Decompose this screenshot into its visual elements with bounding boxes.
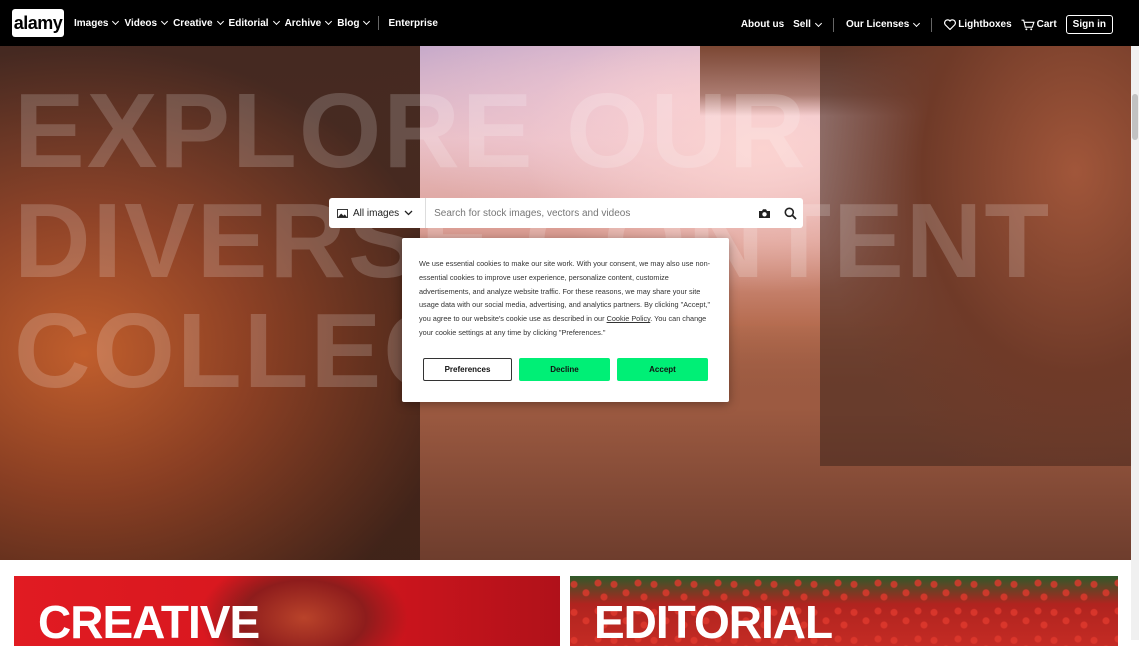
cookie-buttons: Preferences Decline Accept <box>423 358 708 381</box>
nav-blog[interactable]: Blog <box>337 16 371 30</box>
chevron-down-icon <box>325 17 333 26</box>
decline-button[interactable]: Decline <box>519 358 610 381</box>
chevron-down-icon <box>913 19 921 27</box>
nav-lightboxes[interactable]: Lightboxes <box>944 19 1012 30</box>
cart-icon <box>1021 19 1035 30</box>
nav-divider <box>931 17 933 32</box>
cookie-policy-link[interactable]: Cookie Policy <box>607 314 651 323</box>
cookie-consent-dialog: We use essential cookies to make our sit… <box>402 238 729 402</box>
editorial-card-title: EDITORIAL <box>594 596 833 646</box>
secondary-nav: About us Sell Our Licenses Lightboxes Ca… <box>741 15 1113 34</box>
top-navigation: alamy Images Videos Creative Editorial A… <box>0 0 1139 46</box>
nav-our-licenses[interactable]: Our Licenses <box>845 19 921 30</box>
heart-icon <box>944 19 957 30</box>
page-scrollbar[interactable] <box>1131 46 1139 640</box>
chevron-down-icon <box>161 17 169 26</box>
creative-card-title: CREATIVE <box>38 596 260 646</box>
nav-cart[interactable]: Cart <box>1021 19 1057 31</box>
image-icon <box>337 208 348 218</box>
nav-about-us[interactable]: About us <box>741 19 784 30</box>
nav-enterprise-label: Enterprise <box>388 17 438 29</box>
nav-cart-label: Cart <box>1036 19 1057 30</box>
nav-creative[interactable]: Creative <box>173 16 224 30</box>
nav-lightboxes-label: Lightboxes <box>958 19 1012 30</box>
nav-images-label: Images <box>74 17 109 29</box>
search-submit-button[interactable] <box>777 200 803 226</box>
search-icon <box>784 207 797 220</box>
search-bar: All images <box>329 198 803 228</box>
chevron-down-icon <box>363 17 371 26</box>
nav-enterprise[interactable]: Enterprise <box>388 16 437 30</box>
nav-divider <box>832 17 834 32</box>
preferences-button[interactable]: Preferences <box>423 358 512 381</box>
nav-editorial[interactable]: Editorial <box>228 16 280 30</box>
chevron-down-icon <box>112 17 120 26</box>
chevron-down-icon <box>404 210 413 216</box>
nav-sell[interactable]: Sell <box>793 19 822 30</box>
nav-editorial-label: Editorial <box>228 17 269 29</box>
scrollbar-thumb[interactable] <box>1132 94 1138 140</box>
accept-button[interactable]: Accept <box>617 358 708 381</box>
editorial-card[interactable]: EDITORIAL <box>570 576 1118 646</box>
chevron-down-icon <box>216 17 224 26</box>
nav-archive[interactable]: Archive <box>284 16 333 30</box>
nav-videos-label: Videos <box>124 17 158 29</box>
search-type-label: All images <box>353 207 400 219</box>
creative-card[interactable]: CREATIVE <box>14 576 560 646</box>
search-input[interactable] <box>426 207 751 219</box>
alamy-logo[interactable]: alamy <box>12 9 64 37</box>
nav-licenses-label: Our Licenses <box>845 19 910 30</box>
nav-divider <box>378 16 380 30</box>
chevron-down-icon <box>814 19 822 27</box>
cookie-consent-text: We use essential cookies to make our sit… <box>419 257 711 340</box>
sign-in-button[interactable]: Sign in <box>1065 15 1113 34</box>
nav-creative-label: Creative <box>173 17 213 29</box>
primary-nav: Images Videos Creative Editorial Archive… <box>74 16 438 30</box>
search-type-dropdown[interactable]: All images <box>329 198 427 228</box>
nav-videos[interactable]: Videos <box>124 16 169 30</box>
chevron-down-icon <box>272 17 280 26</box>
nav-sell-label: Sell <box>793 19 811 30</box>
nav-images[interactable]: Images <box>74 16 120 30</box>
visual-search-button[interactable] <box>751 200 777 226</box>
hero-heading-line-1: EXPLORE OUR <box>14 72 808 190</box>
nav-archive-label: Archive <box>284 17 322 29</box>
nav-blog-label: Blog <box>337 17 360 29</box>
camera-icon <box>758 208 770 218</box>
